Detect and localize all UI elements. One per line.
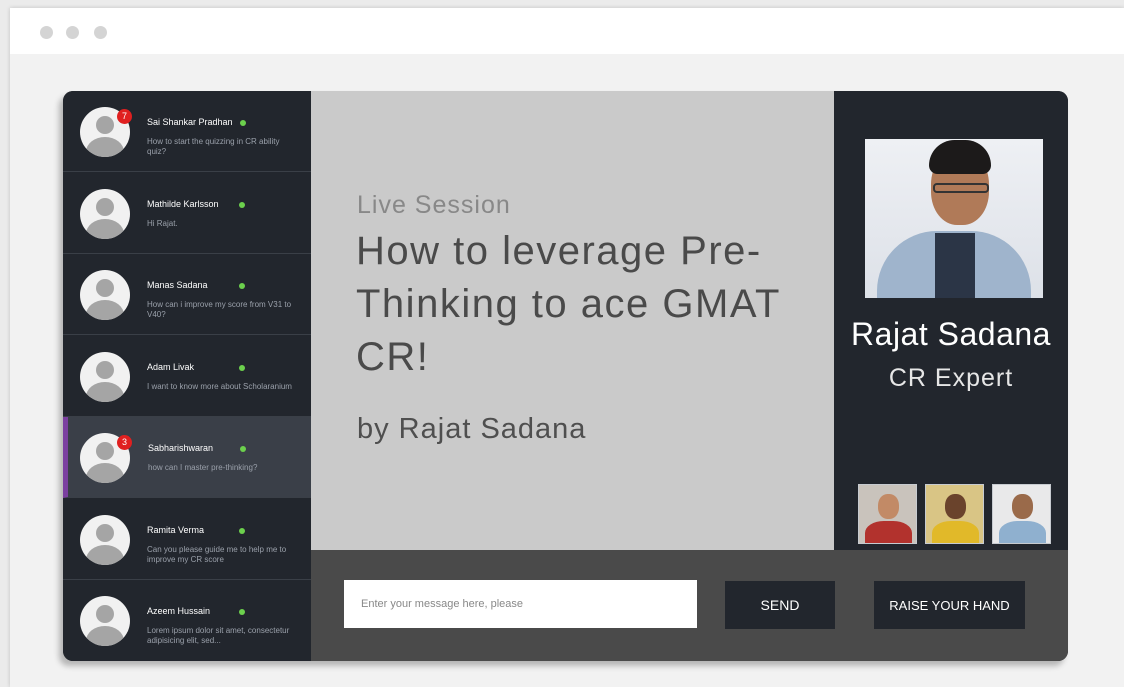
live-session-app: 7 Sai Shankar Pradhan How to start the q…	[63, 91, 1068, 661]
online-status-dot	[240, 446, 246, 452]
presenter-name: Rajat Sadana	[851, 316, 1051, 352]
chat-preview: How to start the quizzing in CR ability …	[147, 137, 280, 156]
online-status-dot	[240, 120, 246, 126]
presenter-photo	[865, 139, 1043, 298]
raise-hand-button[interactable]: RAISE YOUR HAND	[874, 581, 1025, 629]
presenter-role: CR Expert	[888, 364, 1014, 392]
chat-name: Adam Livak	[147, 362, 195, 372]
chat-name: Manas Sadana	[147, 280, 208, 290]
chat-preview: I want to know more about Scholaranium	[147, 382, 292, 391]
chat-preview: how can I master pre-thinking?	[148, 463, 258, 472]
window-control-dot[interactable]	[94, 26, 107, 39]
avatar	[80, 515, 130, 565]
avatar	[80, 270, 130, 320]
session-stage: Live Session How to leverage Pre-Thinkin…	[311, 91, 834, 550]
browser-title-bar	[10, 8, 1124, 54]
online-status-dot	[239, 283, 245, 289]
chat-name: Mathilde Karlsson	[147, 199, 219, 209]
online-status-dot	[239, 365, 245, 371]
chat-item[interactable]: Mathilde Karlsson Hi Rajat.	[63, 173, 311, 254]
avatar	[80, 352, 130, 402]
online-status-dot	[239, 202, 245, 208]
presenter-panel: Rajat Sadana CR Expert	[834, 91, 1068, 550]
chat-item-active[interactable]: 3 Sabharishwaran how can I master pre-th…	[63, 417, 311, 498]
window-control-dot[interactable]	[66, 26, 79, 39]
send-button[interactable]: SEND	[725, 581, 835, 629]
chat-item[interactable]: Azeem Hussain Lorem ipsum dolor sit amet…	[63, 580, 311, 661]
participant-thumbnail[interactable]	[925, 484, 984, 544]
chat-preview: Lorem ipsum dolor sit amet, consectetur …	[147, 626, 290, 645]
participant-thumbnail[interactable]	[992, 484, 1051, 544]
chat-preview: How can i improve my score from V31 to V…	[147, 300, 292, 319]
window-control-dot[interactable]	[40, 26, 53, 39]
chat-name: Sai Shankar Pradhan	[147, 117, 233, 127]
avatar	[80, 596, 130, 646]
chat-sidebar: 7 Sai Shankar Pradhan How to start the q…	[63, 91, 311, 661]
participant-thumbnail[interactable]	[858, 484, 917, 544]
chat-item[interactable]: Manas Sadana How can i improve my score …	[63, 254, 311, 335]
chat-item[interactable]: 7 Sai Shankar Pradhan How to start the q…	[63, 91, 311, 172]
message-input[interactable]	[344, 580, 697, 628]
chat-name: Sabharishwaran	[148, 443, 214, 453]
chat-preview: Can you please guide me to help me to im…	[147, 545, 287, 564]
chat-item[interactable]: Ramita Verma Can you please guide me to …	[63, 499, 311, 580]
avatar	[80, 189, 130, 239]
session-title: How to leverage Pre-Thinking to ace GMAT…	[356, 229, 781, 379]
chat-preview: Hi Rajat.	[147, 219, 178, 228]
unread-badge: 7	[117, 109, 132, 124]
chat-name: Ramita Verma	[147, 525, 205, 535]
session-author: by Rajat Sadana	[357, 413, 587, 445]
composer-bar: SEND RAISE YOUR HAND	[311, 550, 1068, 661]
session-label: Live Session	[357, 191, 511, 219]
chat-item[interactable]: Adam Livak I want to know more about Sch…	[63, 336, 311, 417]
unread-badge: 3	[117, 435, 132, 450]
online-status-dot	[239, 609, 245, 615]
chat-name: Azeem Hussain	[147, 606, 211, 616]
online-status-dot	[239, 528, 245, 534]
